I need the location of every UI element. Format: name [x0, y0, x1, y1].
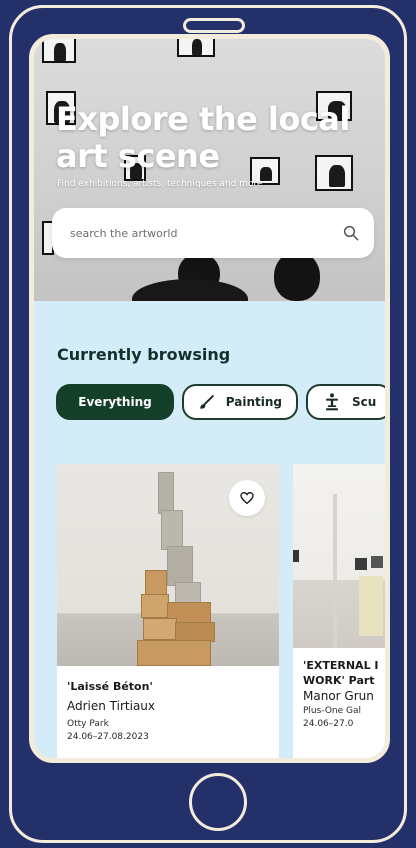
wall-artwork — [177, 39, 215, 57]
exhibition-title: 'EXTERNAL I — [303, 659, 379, 672]
section-title-browsing: Currently browsing — [57, 345, 231, 364]
chip-everything[interactable]: Everything — [56, 384, 174, 420]
exhibition-dates: 24.06–27.0 — [303, 719, 354, 729]
hero-subtitle: Find exhibitions, artists, techniques an… — [57, 179, 263, 189]
chip-label: Painting — [225, 395, 282, 409]
hero-title: Explore the local art scene — [56, 100, 350, 175]
chip-label: Everything — [78, 395, 152, 409]
chip-painting[interactable]: Painting — [182, 384, 298, 420]
exhibition-carousel: 'Laissé Béton' Adrien Tirtiaux Otty Park… — [57, 464, 385, 758]
search-bar[interactable] — [52, 208, 374, 258]
chip-sculpture[interactable]: Scu — [306, 384, 385, 420]
exhibition-artist: Manor Grun — [303, 689, 374, 703]
category-chips: Everything Painting Scu — [56, 384, 385, 420]
exhibition-title: 'Laissé Béton' — [67, 680, 153, 693]
hero-banner: Explore the local art scene Find exhibit… — [34, 39, 385, 301]
wall-artwork — [42, 39, 76, 63]
chip-label: Scu — [352, 395, 377, 409]
exhibition-image — [293, 464, 385, 648]
favorite-button[interactable] — [229, 480, 265, 516]
app-screen: Explore the local art scene Find exhibit… — [29, 34, 390, 763]
exhibition-info: 'Laissé Béton' Adrien Tirtiaux Otty Park… — [57, 666, 279, 742]
home-button[interactable] — [189, 773, 247, 831]
search-input[interactable] — [68, 225, 342, 241]
search-icon[interactable] — [342, 224, 360, 242]
exhibition-info: 'EXTERNAL I WORK' Part Manor Grun Plus-O… — [293, 648, 385, 729]
visitor-silhouette — [274, 251, 320, 301]
phone-speaker — [183, 18, 245, 33]
exhibition-artist: Adrien Tirtiaux — [67, 699, 156, 713]
exhibition-card[interactable]: 'Laissé Béton' Adrien Tirtiaux Otty Park… — [57, 464, 279, 758]
exhibition-venue: Otty Park — [67, 719, 109, 729]
exhibition-venue: Plus-One Gal — [303, 706, 361, 716]
sculpture-icon — [326, 393, 338, 411]
heart-icon — [240, 491, 254, 505]
exhibition-card[interactable]: 'EXTERNAL I WORK' Part Manor Grun Plus-O… — [293, 464, 385, 758]
paintbrush-icon — [200, 395, 214, 409]
visitor-silhouette — [132, 279, 248, 301]
exhibition-dates: 24.06–27.08.2023 — [67, 732, 149, 742]
exhibition-image — [57, 464, 279, 666]
exhibition-title: WORK' Part — [303, 674, 375, 687]
